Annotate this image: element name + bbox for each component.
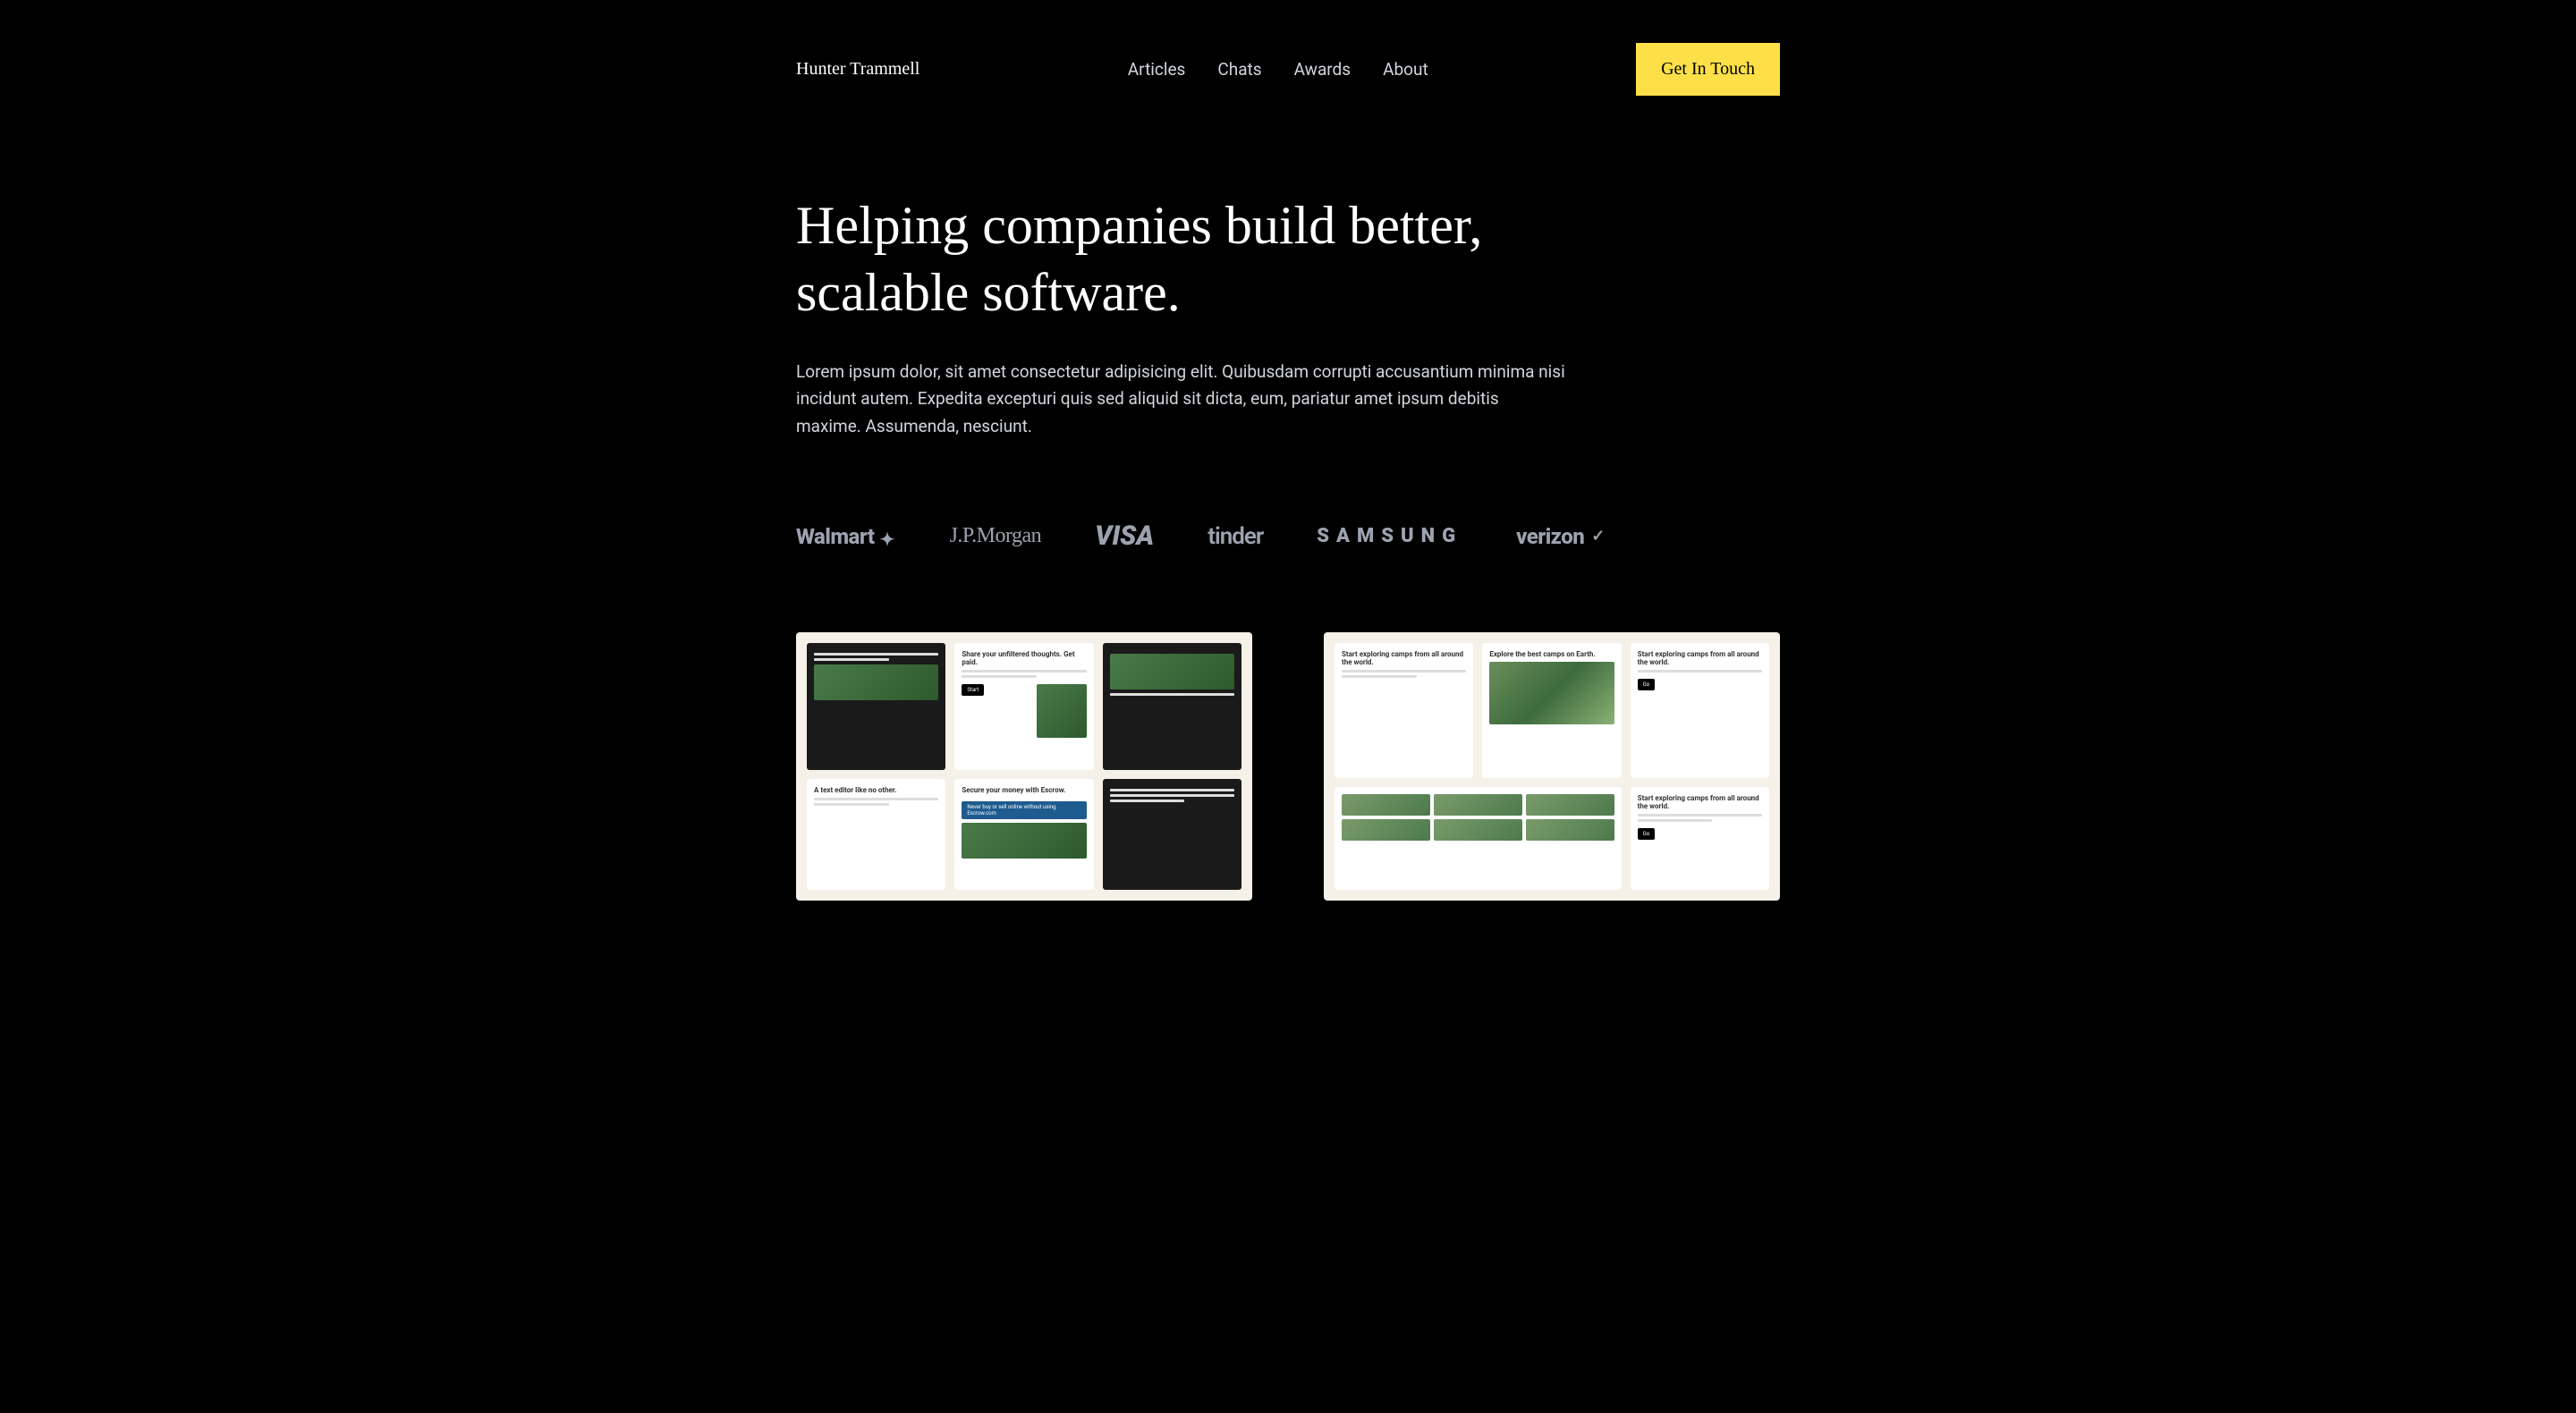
mock-panel: Secure your money with Escrow. Never buy…	[954, 779, 1093, 891]
portfolio-card-2[interactable]: Start exploring camps from all around th…	[1324, 632, 1780, 901]
logo-tinder: tinder	[1208, 523, 1263, 550]
logo-walmart: Walmart	[796, 524, 896, 549]
mock-panel: Start exploring camps from all around th…	[1335, 643, 1473, 778]
nav-awards[interactable]: Awards	[1294, 59, 1352, 80]
portfolio-grid: Share your unfiltered thoughts. Get paid…	[796, 632, 1780, 901]
site-header: Hunter Trammell Articles Chats Awards Ab…	[796, 0, 1780, 139]
mock-title: Secure your money with Escrow.	[962, 786, 1086, 794]
nav-about[interactable]: About	[1383, 59, 1428, 80]
mock-panel: Start exploring camps from all around th…	[1631, 643, 1769, 778]
hero-title: Helping companies build better, scalable…	[796, 192, 1494, 326]
nav-articles[interactable]: Articles	[1128, 59, 1186, 80]
mock-button: Never buy or sell online without using E…	[962, 801, 1086, 819]
mock-layout: Start exploring camps from all around th…	[1335, 643, 1769, 890]
mock-panel: Explore the best camps on Earth.	[1482, 643, 1621, 778]
mock-button: Go	[1638, 679, 1656, 690]
walmart-spark-icon	[880, 529, 896, 545]
main-nav: Articles Chats Awards About	[1128, 59, 1428, 80]
mock-panel	[1103, 643, 1241, 770]
mock-panel	[807, 643, 945, 770]
mock-panel	[1335, 787, 1622, 891]
logo-walmart-text: Walmart	[796, 524, 875, 549]
mock-panel	[1103, 779, 1241, 891]
logo-verizon: verizon	[1516, 524, 1605, 549]
logo-jpmorgan: J.P.Morgan	[950, 524, 1042, 548]
get-in-touch-button[interactable]: Get In Touch	[1636, 43, 1780, 96]
mock-layout: Share your unfiltered thoughts. Get paid…	[807, 643, 1241, 890]
mock-title: Share your unfiltered thoughts. Get paid…	[962, 650, 1086, 666]
logo-samsung: SAMSUNG	[1317, 525, 1462, 547]
logo-visa: VISA	[1095, 520, 1154, 552]
mock-button: Go	[1638, 828, 1656, 840]
mock-panel: A text editor like no other.	[807, 779, 945, 891]
portfolio-card-1[interactable]: Share your unfiltered thoughts. Get paid…	[796, 632, 1252, 901]
site-logo[interactable]: Hunter Trammell	[796, 59, 919, 80]
mock-title: Start exploring camps from all around th…	[1342, 650, 1466, 666]
mock-button: Start	[962, 684, 984, 696]
client-logos: Walmart J.P.Morgan VISA tinder SAMSUNG v…	[796, 520, 1780, 552]
mock-title: Start exploring camps from all around th…	[1638, 794, 1762, 810]
hero-section: Helping companies build better, scalable…	[796, 139, 1780, 440]
mock-title: Start exploring camps from all around th…	[1638, 650, 1762, 666]
mock-panel: Share your unfiltered thoughts. Get paid…	[954, 643, 1093, 770]
mock-title: A text editor like no other.	[814, 786, 938, 794]
nav-chats[interactable]: Chats	[1217, 59, 1261, 80]
hero-subtitle: Lorem ipsum dolor, sit amet consectetur …	[796, 359, 1565, 440]
mock-panel: Start exploring camps from all around th…	[1631, 787, 1769, 891]
mock-title: Explore the best camps on Earth.	[1489, 650, 1614, 658]
